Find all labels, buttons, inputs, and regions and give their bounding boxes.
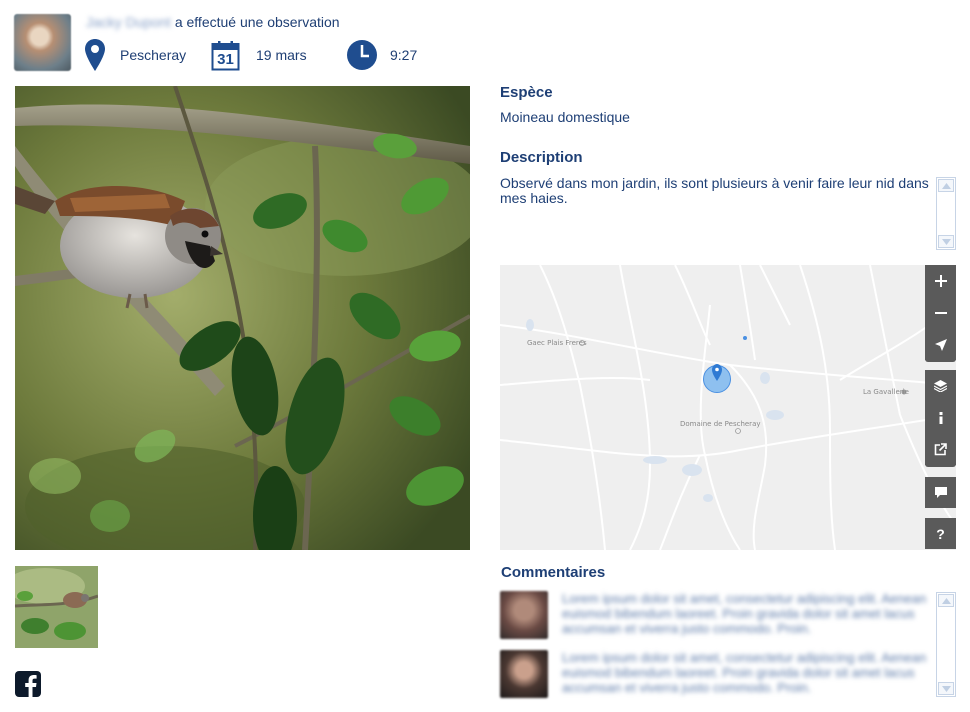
facebook-icon xyxy=(15,675,41,701)
observation-headline: Jacky Dupont a effectué une observation xyxy=(86,14,340,30)
info-icon xyxy=(939,411,942,424)
help-button[interactable]: ? xyxy=(925,518,956,549)
clock-icon xyxy=(346,39,378,71)
species-value: Moineau domestique xyxy=(500,109,630,125)
location-text: Pescheray xyxy=(120,47,187,63)
zoom-in-button[interactable] xyxy=(925,265,956,296)
minus-icon xyxy=(934,311,947,314)
map-place-label: Domaine de Pescheray xyxy=(680,420,761,428)
layers-icon xyxy=(934,379,947,392)
map-comment-control xyxy=(925,477,956,508)
time-text: 9:27 xyxy=(390,47,418,63)
locate-button[interactable] xyxy=(925,329,956,360)
plus-icon xyxy=(934,274,947,287)
user-name-link[interactable]: Jacky Dupont xyxy=(86,14,171,30)
comments-title: Commentaires xyxy=(501,564,606,581)
chevron-down-icon xyxy=(941,238,951,245)
date-meta: 31 19 mars xyxy=(211,38,307,72)
share-button[interactable] xyxy=(925,434,956,465)
map-help-control: ? xyxy=(925,518,956,549)
description-text: Observé dans mon jardin, ils sont plusie… xyxy=(500,175,929,206)
scroll-up-button[interactable] xyxy=(938,179,954,192)
facebook-share-button[interactable] xyxy=(15,671,41,697)
scroll-down-button[interactable] xyxy=(938,235,954,248)
chevron-up-icon xyxy=(941,182,951,189)
chevron-up-icon xyxy=(941,597,951,604)
scroll-down-button[interactable] xyxy=(938,682,954,695)
location-meta: Pescheray xyxy=(84,38,186,72)
info-button[interactable] xyxy=(925,402,956,433)
action-text: a effectué une observation xyxy=(174,14,340,30)
layers-button[interactable] xyxy=(925,370,956,401)
speech-bubble-icon xyxy=(934,487,947,498)
chevron-down-icon xyxy=(941,685,951,692)
comments-scrollbar[interactable] xyxy=(936,592,956,697)
map-place-label: La Gavallerie xyxy=(863,388,909,396)
observation-photo[interactable] xyxy=(15,86,470,550)
user-avatar[interactable] xyxy=(14,14,71,71)
photo-thumbnail[interactable] xyxy=(15,566,98,648)
comment-item: Lorem ipsum dolor sit amet, consectetur … xyxy=(500,650,930,700)
question-mark-icon: ? xyxy=(936,525,945,542)
species-label: Espèce xyxy=(500,84,553,101)
location-arrow-icon xyxy=(934,338,947,351)
commenter-avatar[interactable] xyxy=(500,591,548,639)
zoom-out-button[interactable] xyxy=(925,297,956,328)
observation-map[interactable]: Gaec Plais Freres Domaine de Pescheray L… xyxy=(500,265,956,550)
external-link-icon xyxy=(934,443,947,456)
time-meta: 9:27 xyxy=(346,38,417,72)
calendar-day-number: 31 xyxy=(217,50,234,68)
description-scrollbar[interactable] xyxy=(936,177,956,250)
date-text: 19 mars xyxy=(256,47,307,63)
scroll-up-button[interactable] xyxy=(938,594,954,607)
description-label: Description xyxy=(500,149,583,166)
map-place-label: Gaec Plais Freres xyxy=(527,339,587,347)
comment-text: Lorem ipsum dolor sit amet, consectetur … xyxy=(562,650,927,695)
calendar-icon: 31 xyxy=(211,40,240,71)
comment-button[interactable] xyxy=(925,477,956,508)
comment-item: Lorem ipsum dolor sit amet, consectetur … xyxy=(500,591,930,641)
location-pin-icon xyxy=(84,38,106,72)
comment-text: Lorem ipsum dolor sit amet, consectetur … xyxy=(562,591,927,636)
map-zoom-controls xyxy=(925,265,956,362)
map-tool-controls xyxy=(925,370,956,467)
commenter-avatar[interactable] xyxy=(500,650,548,698)
